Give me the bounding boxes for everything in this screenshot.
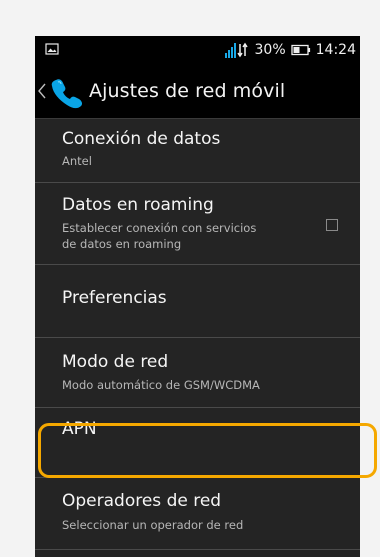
setting-title: Modo de red [62, 352, 169, 372]
setting-title: APN [62, 419, 97, 439]
setting-item-data-connection[interactable]: Conexión de datos Antel [35, 119, 360, 183]
page-title: Ajustes de red móvil [89, 80, 286, 102]
battery-icon [290, 44, 310, 56]
phone-screen: 30% 14:24 Ajustes de red móvil Conexión … [35, 36, 360, 557]
setting-summary: Modo automático de GSM/WCDMA [62, 378, 260, 392]
setting-item-data-roaming[interactable]: Datos en roaming Establecer conexión con… [35, 183, 360, 265]
setting-item-network-mode[interactable]: Modo de red Modo automático de GSM/WCDMA [35, 338, 360, 408]
setting-summary: Establecer conexión con servicios de dat… [62, 221, 257, 251]
setting-title: Datos en roaming [62, 195, 214, 215]
image-notification-icon [45, 43, 59, 55]
back-icon[interactable] [37, 82, 47, 100]
phone-icon [51, 79, 83, 109]
setting-item-apn[interactable]: APN [35, 408, 360, 478]
roaming-checkbox[interactable] [326, 219, 338, 231]
settings-list: Conexión de datos Antel Datos en roaming… [35, 119, 360, 550]
status-time: 14:24 [315, 42, 356, 58]
setting-title: Operadores de red [62, 491, 222, 511]
setting-summary: Seleccionar un operador de red [62, 518, 244, 532]
status-bar: 30% 14:24 [35, 36, 360, 64]
status-right-group: 30% 14:24 [224, 36, 356, 64]
battery-percent: 30% [254, 42, 286, 58]
setting-title: Conexión de datos [62, 129, 221, 149]
signal-icon [224, 42, 248, 58]
setting-summary: Antel [62, 154, 92, 168]
setting-item-preferences[interactable]: Preferencias [35, 265, 360, 338]
setting-item-network-operators[interactable]: Operadores de red Seleccionar un operado… [35, 478, 360, 550]
setting-title: Preferencias [62, 288, 167, 308]
action-bar: Ajustes de red móvil [35, 64, 360, 119]
